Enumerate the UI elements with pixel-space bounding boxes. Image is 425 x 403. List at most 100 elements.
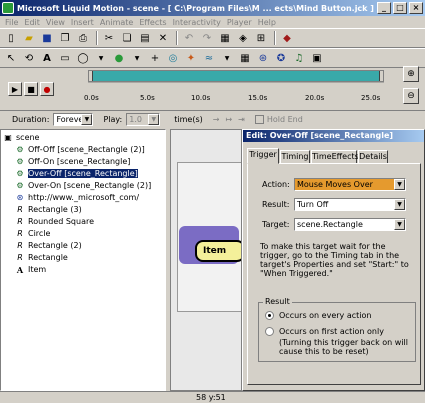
window-title: Microsoft Liquid Motion - scene - [ C:\P… xyxy=(17,3,374,13)
action-select[interactable]: Mouse Moves Over ▼ xyxy=(294,178,406,191)
tree-item[interactable]: ⚙ Off-On [scene_Rectangle] xyxy=(15,156,130,167)
dropdown-arrow-icon[interactable]: ▼ xyxy=(129,50,145,66)
menu-player[interactable]: Player xyxy=(224,18,255,27)
result-select[interactable]: Turn Off ▼ xyxy=(294,198,406,211)
play-count-value: 1.0 xyxy=(129,115,142,124)
save-icon[interactable]: ■ xyxy=(39,30,55,46)
menu-effects[interactable]: Effects xyxy=(136,18,169,27)
export-icon[interactable]: ⊞ xyxy=(253,30,269,46)
scene-tree: ▣ scene ⚙ Off-Off [scene_Rectangle (2)] ⚙ O… xyxy=(0,129,166,391)
preview-icon[interactable]: ◈ xyxy=(235,30,251,46)
menu-animate[interactable]: Animate xyxy=(97,18,137,27)
play-label: Play: xyxy=(103,115,123,124)
arrow-icon[interactable]: → xyxy=(213,115,220,124)
animate-icon[interactable]: ✦ xyxy=(183,50,199,66)
fill-color-icon[interactable]: ● xyxy=(111,50,127,66)
tab-timing[interactable]: Timing xyxy=(280,150,310,164)
action-icon: ⚙ xyxy=(16,169,24,178)
print-icon[interactable]: ⎙ xyxy=(75,30,91,46)
pointer-icon[interactable]: ↖ xyxy=(3,50,19,66)
cut-icon[interactable]: ✂ xyxy=(101,30,117,46)
image-icon[interactable]: ▣ xyxy=(309,50,325,66)
maximize-button[interactable]: □ xyxy=(393,2,407,14)
timeline-end-handle[interactable] xyxy=(379,71,383,81)
tree-item[interactable]: R Rectangle xyxy=(15,252,68,263)
every-action-label: Occurs on every action xyxy=(279,311,372,320)
arrow-icon[interactable]: ⇥ xyxy=(238,115,245,124)
copy-page-icon[interactable]: ❐ xyxy=(57,30,73,46)
tree-item[interactable]: ⚙ Off-Off [scene_Rectangle (2)] xyxy=(15,144,144,155)
timeline-start-handle[interactable] xyxy=(89,71,93,81)
menu-interactivity[interactable]: Interactivity xyxy=(170,18,224,27)
stage-canvas[interactable]: Item xyxy=(170,129,242,391)
stop-icon[interactable]: ■ xyxy=(24,82,38,96)
zoom-out-icon[interactable]: ⊖ xyxy=(403,88,419,104)
tree-item[interactable]: ▣ scene xyxy=(3,132,39,143)
effects-icon[interactable]: ◎ xyxy=(165,50,181,66)
trigger-icon[interactable]: ✪ xyxy=(273,50,289,66)
rectangle-tool-icon[interactable]: ▭ xyxy=(57,50,73,66)
record-icon[interactable]: ● xyxy=(40,82,54,96)
menu-help[interactable]: Help xyxy=(255,18,279,27)
first-action-radio[interactable] xyxy=(265,327,274,336)
tab-details[interactable]: Details xyxy=(358,150,388,164)
add-icon[interactable]: + xyxy=(147,50,163,66)
open-icon[interactable]: ▰ xyxy=(21,30,37,46)
target-select[interactable]: scene.Rectangle ▼ xyxy=(294,218,406,231)
result-group-title: Result xyxy=(263,297,292,306)
result-label: Result: xyxy=(262,200,290,209)
action-icon: ⚙ xyxy=(16,157,24,166)
tree-item[interactable]: R Rounded Square xyxy=(15,216,94,227)
tree-item[interactable]: ⊛ http://www._microsoft_com/ xyxy=(15,192,139,203)
result-value: Turn Off xyxy=(297,200,329,209)
duration-select[interactable]: Forever ▼ xyxy=(53,113,94,126)
shape-icon: R xyxy=(17,217,23,226)
every-action-radio[interactable] xyxy=(265,311,274,320)
tree-item[interactable]: R Rectangle (3) xyxy=(15,204,82,215)
tree-item[interactable]: R Circle xyxy=(15,228,50,239)
tab-trigger[interactable]: Trigger xyxy=(247,148,279,164)
text-icon: A xyxy=(16,264,24,275)
close-button[interactable]: × xyxy=(409,2,423,14)
dropdown-arrow-icon[interactable]: ▼ xyxy=(93,50,109,66)
separator xyxy=(96,31,98,45)
properties-icon[interactable]: ▦ xyxy=(217,30,233,46)
rotate-icon[interactable]: ⟲ xyxy=(21,50,37,66)
chevron-down-icon: ▼ xyxy=(81,114,93,125)
menu-view[interactable]: View xyxy=(43,18,68,27)
tab-timeeffects[interactable]: TimeEffects xyxy=(311,150,359,164)
text-tool-icon[interactable]: A xyxy=(39,50,55,66)
dropdown-arrow-icon[interactable]: ▼ xyxy=(219,50,235,66)
redo-icon[interactable]: ↷ xyxy=(199,30,215,46)
grid-icon[interactable]: ▦ xyxy=(237,50,253,66)
hold-end-checkbox[interactable] xyxy=(254,115,264,124)
minimize-button[interactable]: _ xyxy=(377,2,391,14)
arrow-icon[interactable]: ↦ xyxy=(225,115,232,124)
new-icon[interactable]: ▯ xyxy=(3,30,19,46)
shape-icon: R xyxy=(17,241,23,250)
dialog-title: Edit: Over-Off [scene_Rectangle] xyxy=(243,130,424,142)
undo-icon[interactable]: ↶ xyxy=(181,30,197,46)
help-book-icon[interactable]: ◆ xyxy=(279,30,295,46)
tree-item[interactable]: ⚙ Over-On [scene_Rectangle (2)] xyxy=(15,180,151,191)
zoom-in-icon[interactable]: ⊕ xyxy=(403,66,419,82)
delete-icon[interactable]: ✕ xyxy=(155,30,171,46)
timeline-bar[interactable] xyxy=(88,70,384,82)
copy-icon[interactable]: ❏ xyxy=(119,30,135,46)
play-count-select[interactable]: 1.0 ▼ xyxy=(126,113,161,126)
sound-icon[interactable]: ♫ xyxy=(291,50,307,66)
tree-item-selected[interactable]: ⚙ Over-Off [scene_Rectangle] xyxy=(15,168,138,179)
chevron-down-icon: ▼ xyxy=(394,199,405,210)
wave-icon[interactable]: ≈ xyxy=(201,50,217,66)
link-icon[interactable]: ⊛ xyxy=(255,50,271,66)
menu-edit[interactable]: Edit xyxy=(21,18,43,27)
menu-insert[interactable]: Insert xyxy=(68,18,97,27)
paste-icon[interactable]: ▤ xyxy=(137,30,153,46)
play-icon[interactable]: ▶ xyxy=(8,82,22,96)
ellipse-tool-icon[interactable]: ◯ xyxy=(75,50,91,66)
menu-file[interactable]: File xyxy=(2,18,21,27)
result-group: Result Occurs on every action Occurs on … xyxy=(258,297,416,362)
tree-item[interactable]: R Rectangle (2) xyxy=(15,240,82,251)
scene-icon: ▣ xyxy=(4,133,12,142)
tree-item[interactable]: A Item xyxy=(15,264,46,275)
